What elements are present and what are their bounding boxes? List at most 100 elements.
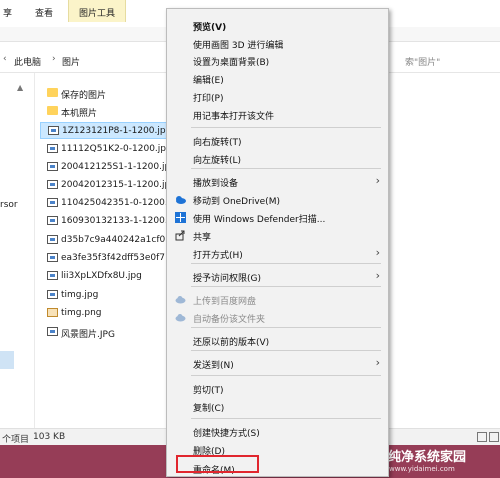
image-file-icon [47, 235, 58, 244]
menu-item[interactable]: 用记事本打开该文件 [167, 106, 388, 123]
file-name: 160930132133-1-1200.jpg [61, 216, 182, 226]
details-view-icon[interactable] [477, 432, 487, 442]
menu-item-label: 发送到(N) [193, 361, 234, 371]
tab-picture-tools[interactable]: 图片工具 [68, 0, 127, 22]
menu-item[interactable]: 设置为桌面背景(B) [167, 52, 388, 69]
watermark-url: www.yidaimei.com [389, 465, 455, 473]
context-menu: 预览(V) 使用画图 3D 进行编辑 设置为桌面背景(B) 编辑(E) 打印(P) 用记事… [166, 8, 389, 477]
file-item[interactable]: 200412125S1-1-1200.jpg [40, 159, 176, 176]
nav-item-fragment[interactable]: rsor [0, 200, 18, 210]
menu-item-label: 使用画图 3D 进行编辑 [193, 41, 284, 51]
image-file-icon [47, 327, 58, 336]
file-item[interactable]: 风景图片.JPG [40, 324, 170, 341]
image-file-icon [48, 126, 59, 135]
file-item[interactable]: d35b7c9a440242a1cf0 [40, 232, 170, 249]
menu-item[interactable]: 还原以前的版本(V) [167, 332, 388, 349]
menu-item[interactable]: 使用画图 3D 进行编辑 [167, 35, 388, 52]
menu-separator [191, 418, 381, 419]
file-name: timg.jpg [61, 290, 99, 300]
file-item[interactable]: 20042012315-1-1200.jpg [40, 177, 176, 194]
large-icons-view-icon[interactable] [489, 432, 499, 442]
scroll-up-icon[interactable]: ▲ [17, 83, 23, 92]
menu-item[interactable]: 复制(C) [167, 398, 388, 415]
file-item[interactable]: timg.jpg [40, 287, 170, 304]
image-file-icon [47, 253, 58, 262]
file-name: d35b7c9a440242a1cf0 [61, 235, 166, 245]
breadcrumb-pictures[interactable]: 图片 [62, 55, 80, 68]
menu-item[interactable]: 打开方式(H) › [167, 245, 388, 262]
submenu-arrow-icon: › [375, 269, 380, 282]
menu-item-label: 打开方式(H) [193, 251, 243, 261]
menu-item-label: 使用 Windows Defender扫描... [193, 215, 326, 225]
menu-item-label: 剪切(T) [193, 386, 224, 396]
image-file-icon [47, 180, 58, 189]
menu-item[interactable]: 播放到设备 › [167, 173, 388, 190]
menu-item-label: 用记事本打开该文件 [193, 112, 275, 122]
folder-icon [47, 106, 58, 115]
file-item[interactable]: 11112Q51K2-0-1200.jpg [40, 141, 172, 158]
navigation-pane[interactable]: ▲ rsor [0, 73, 35, 428]
tab-share[interactable]: 享 [3, 6, 12, 19]
menu-item-label: 设置为桌面背景(B) [193, 58, 270, 68]
menu-item-label: 复制(C) [193, 404, 225, 414]
menu-item[interactable]: 发送到(N) › [167, 355, 388, 372]
menu-item[interactable]: 预览(V) [167, 17, 388, 34]
menu-item-label: 授予访问权限(G) [193, 274, 261, 284]
file-item[interactable]: timg.png [40, 305, 170, 322]
chevron-left-icon: ‹ [3, 54, 7, 64]
file-item[interactable]: lii3XpLXDfx8U.jpg [40, 268, 170, 285]
image-file-icon [47, 308, 58, 317]
menu-item-label: 创建快捷方式(S) [193, 429, 260, 439]
baidu-cloud-icon [175, 312, 186, 323]
menu-item-label: 播放到设备 [193, 179, 239, 189]
file-name: 110425042351-0-1200.jpg [61, 198, 182, 208]
file-item[interactable]: 160930132133-1-1200.jpg [40, 213, 182, 230]
rename-highlight-box [176, 455, 259, 473]
menu-item[interactable]: 向右旋转(T) [167, 132, 388, 149]
onedrive-icon [175, 194, 186, 205]
menu-item[interactable]: 授予访问权限(G) › [167, 268, 388, 285]
folder-item[interactable]: 本机照片 [40, 103, 170, 120]
file-item[interactable]: 110425042351-0-1200.jpg [40, 195, 182, 212]
menu-item[interactable]: 共享 [167, 227, 388, 244]
menu-item-label: 向左旋转(L) [193, 156, 242, 166]
watermark-title: 纯净系统家园 [388, 450, 467, 465]
menu-item-label: 还原以前的版本(V) [193, 338, 270, 348]
tab-view[interactable]: 查看 [35, 6, 53, 19]
share-icon [175, 230, 186, 241]
menu-item[interactable]: 创建快捷方式(S) [167, 423, 388, 440]
menu-item-label: 移动到 OneDrive(M) [193, 197, 280, 207]
search-input[interactable]: 索"图片" [405, 55, 440, 68]
menu-separator [191, 286, 381, 287]
menu-item-label: 打印(P) [193, 94, 224, 104]
selection-size: 103 KB [33, 432, 66, 442]
baidu-cloud-icon [175, 294, 186, 305]
menu-separator [191, 263, 381, 264]
image-file-icon [47, 144, 58, 153]
file-name: 保存的图片 [61, 91, 107, 101]
menu-item-label: 预览(V) [193, 23, 227, 33]
folder-item[interactable]: 保存的图片 [40, 85, 170, 102]
submenu-arrow-icon: › [375, 356, 380, 369]
nav-selected-item[interactable] [0, 351, 14, 369]
menu-item-label: 共享 [193, 233, 212, 243]
menu-item: 自动备份该文件夹 [167, 309, 388, 326]
menu-item: 上传到百度网盘 [167, 291, 388, 308]
menu-separator [191, 375, 381, 376]
menu-item-label: 向右旋转(T) [193, 138, 242, 148]
menu-item[interactable]: 打印(P) [167, 88, 388, 105]
menu-item[interactable]: 向左旋转(L) [167, 150, 388, 167]
menu-item-label: 自动备份该文件夹 [193, 315, 266, 325]
menu-item[interactable]: 编辑(E) [167, 70, 388, 87]
menu-item[interactable]: 移动到 OneDrive(M) [167, 191, 388, 208]
file-item[interactable]: ea3fe35f3f42dff53e0f7 [40, 250, 170, 267]
file-item[interactable]: 1Z123121P8-1-1200.jpg [40, 122, 171, 139]
file-name: 风景图片.JPG [61, 330, 115, 340]
folder-icon [47, 88, 58, 97]
menu-item-label: 编辑(E) [193, 76, 224, 86]
menu-item[interactable]: 使用 Windows Defender扫描... [167, 209, 388, 226]
menu-separator [191, 168, 381, 169]
file-name: 本机照片 [61, 109, 98, 119]
menu-item[interactable]: 剪切(T) [167, 380, 388, 397]
breadcrumb-this-pc[interactable]: 此电脑 [14, 55, 41, 68]
